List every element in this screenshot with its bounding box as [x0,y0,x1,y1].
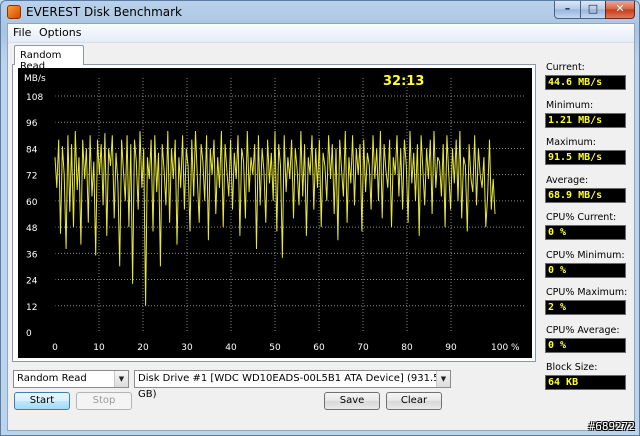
x-tick-label: 0 [52,343,58,353]
timer-label: 32:13 [383,74,424,89]
client-area: File Options Random Read 0 12 24 36 48 60 72 84… [7,23,635,431]
y-tick-label: 48 [26,224,38,234]
menu-file[interactable]: File [13,26,31,39]
stat-value: 0 % [545,337,626,353]
benchmark-graph: 0 12 24 36 48 60 72 84 96 108 0 10 20 30 40 50 60 70 80 90 1… [18,68,532,358]
stat-label: Block Size: [546,362,598,373]
y-tick-label: 96 [26,119,38,129]
test-type-select[interactable]: Random Read ▼ [13,370,129,388]
app-window: EVEREST Disk Benchmark – □ ✕ File Option… [0,0,640,436]
stat-value: 91.5 MB/s [545,150,626,165]
stat-label: Current: [546,62,585,73]
y-axis-label: MB/s [24,74,46,84]
test-type-value: Random Read [17,373,87,384]
stat-label: Maximum: [546,137,597,148]
stat-value: 2 % [545,300,626,315]
stat-label: CPU% Maximum: [546,287,628,298]
stat-label: CPU% Minimum: [546,249,625,261]
window-title: EVEREST Disk Benchmark [26,5,182,19]
x-tick-label: 30 [181,343,193,353]
title-bar[interactable]: EVEREST Disk Benchmark – □ ✕ [1,1,639,23]
menu-bar: File Options [8,24,634,43]
benchmark-chart: 0 12 24 36 48 60 72 84 96 108 0 10 20 30 40 50 60 70 80 90 1… [24,74,525,353]
x-tick-label: 50 [269,343,281,353]
tab-panel: 0 12 24 36 48 60 72 84 96 108 0 10 20 30 40 50 60 70 80 90 1… [12,64,536,362]
x-tick-label: 70 [357,343,369,353]
y-tick-label: 84 [26,145,38,155]
y-tick-label: 12 [26,303,37,313]
watermark-text: #689272 [588,420,635,433]
chevron-down-icon: ▼ [114,371,128,387]
minimize-button[interactable]: – [554,1,581,19]
drive-select[interactable]: Disk Drive #1 [WDC WD10EADS-00L5B1 ATA D… [134,370,451,400]
stat-value: 64 KB [545,375,626,390]
stat-label: Minimum: [546,99,594,111]
stop-button[interactable]: Stop [76,392,132,410]
y-tick-label: 0 [26,329,32,339]
y-tick-label: 72 [26,172,37,182]
close-button[interactable]: ✕ [605,1,635,19]
stat-value: 44.6 MB/s [545,75,626,90]
x-tick-label: 80 [401,343,413,353]
start-button[interactable]: Start [14,392,70,410]
x-tick-label: 60 [313,343,325,353]
stat-label: CPU% Current: [546,212,617,223]
stat-value: 0 % [545,225,626,240]
stat-label: CPU% Average: [546,324,620,336]
x-tick-label: 100 % [491,343,520,353]
y-tick-label: 60 [26,198,38,208]
x-tick-label: 40 [225,343,237,353]
menu-options[interactable]: Options [39,26,81,39]
x-tick-label: 90 [445,343,457,353]
x-tick-label: 10 [93,343,105,353]
y-tick-label: 108 [26,93,43,103]
chevron-down-icon: ▼ [436,371,450,387]
tab-random-read[interactable]: Random Read [14,45,84,72]
y-tick-label: 36 [26,250,38,260]
clear-button[interactable]: Clear [386,392,442,410]
stat-value: 1.21 MB/s [545,112,626,128]
y-tick-label: 24 [26,277,38,287]
stat-value: 68.9 MB/s [545,187,626,203]
stat-value: 0 % [545,262,626,278]
maximize-button[interactable]: □ [580,1,606,19]
x-tick-label: 20 [137,343,149,353]
stat-label: Average: [546,174,589,186]
save-button[interactable]: Save [324,392,380,410]
everest-app-icon [7,5,21,19]
